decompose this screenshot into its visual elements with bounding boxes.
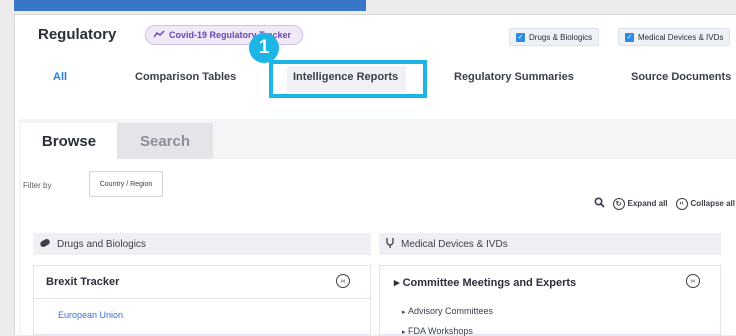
caret-right-icon: ▸ xyxy=(394,277,403,289)
collapse-all-label: Collapse all xyxy=(690,199,735,208)
covid-tracker-pill[interactable]: Covid-19 Regulatory Tracker xyxy=(145,25,303,45)
expand-all-button[interactable]: ↻ Expand all xyxy=(612,197,668,210)
card-committee-meetings: ▸ Committee Meetings and Experts ›‹ ▸ Ad… xyxy=(379,265,721,336)
list-item-label: Advisory Committees xyxy=(408,306,494,316)
list-item-advisory-committees[interactable]: ▸ Advisory Committees xyxy=(402,306,493,316)
collapse-card-icon[interactable]: ›‹ xyxy=(336,274,350,288)
trend-icon xyxy=(153,30,165,40)
tree-tools: ↻ Expand all ›‹ Collapse all xyxy=(594,197,735,210)
checkbox-label: Medical Devices & IVDs xyxy=(638,32,724,42)
tab-search[interactable]: Search xyxy=(117,123,213,159)
card-title: Committee Meetings and Experts xyxy=(402,277,577,289)
pill-icon xyxy=(39,238,51,251)
stethoscope-icon xyxy=(385,237,395,252)
collapse-card-icon[interactable]: ›‹ xyxy=(686,274,700,288)
filter-label: Filter by xyxy=(23,181,52,190)
tab-all[interactable]: All xyxy=(53,71,67,83)
content-area: Browse Search Filter by Country / Region… xyxy=(19,119,736,336)
tab-regulatory-summaries[interactable]: Regulatory Summaries xyxy=(454,71,574,83)
collapse-all-button[interactable]: ›‹ Collapse all xyxy=(675,197,735,210)
tab-source-documents[interactable]: Source Documents xyxy=(631,71,731,83)
search-icon[interactable] xyxy=(594,197,605,210)
country-region-filter-button[interactable]: Country / Region xyxy=(89,171,163,197)
card-divider xyxy=(34,298,370,299)
link-european-union[interactable]: European Union xyxy=(58,310,123,320)
column-header-devices: Medical Devices & IVDs xyxy=(379,233,721,255)
column-header-label: Medical Devices & IVDs xyxy=(401,238,508,250)
checkbox-checked-icon: ✓ xyxy=(625,32,634,42)
expand-icon: ↻ xyxy=(612,197,625,210)
column-header-drugs: Drugs and Biologics xyxy=(33,233,371,255)
checkbox-label: Drugs & Biologics xyxy=(529,32,593,42)
highlight-box xyxy=(269,60,427,98)
card-title-row[interactable]: ▸ Committee Meetings and Experts xyxy=(394,276,576,289)
card-brexit-tracker: Brexit Tracker ›‹ European Union xyxy=(33,265,371,335)
app-window: Regulatory Covid-19 Regulatory Tracker ✓… xyxy=(14,14,736,336)
browse-panel: Filter by Country / Region ↻ Expand all … xyxy=(21,159,736,336)
list-item-label: FDA Workshops xyxy=(408,326,473,336)
list-item-fda-workshops[interactable]: ▸ FDA Workshops xyxy=(402,326,473,336)
collapse-icon: ›‹ xyxy=(675,197,688,210)
checkbox-checked-icon: ✓ xyxy=(516,32,525,42)
column-header-label: Drugs and Biologics xyxy=(57,238,146,250)
checkbox-medical-devices[interactable]: ✓ Medical Devices & IVDs xyxy=(618,28,731,46)
tab-comparison-tables[interactable]: Comparison Tables xyxy=(135,71,236,83)
brand-title: Regulatory xyxy=(38,26,117,43)
card-title[interactable]: Brexit Tracker xyxy=(46,276,119,288)
caret-small-icon: ▸ xyxy=(402,309,406,316)
expand-all-label: Expand all xyxy=(627,199,668,208)
step-badge: 1 xyxy=(249,33,279,63)
top-accent-bar xyxy=(14,0,366,11)
caret-small-icon: ▸ xyxy=(402,329,406,336)
checkbox-drugs-biologics[interactable]: ✓ Drugs & Biologics xyxy=(509,28,600,46)
tab-browse[interactable]: Browse xyxy=(21,123,117,159)
